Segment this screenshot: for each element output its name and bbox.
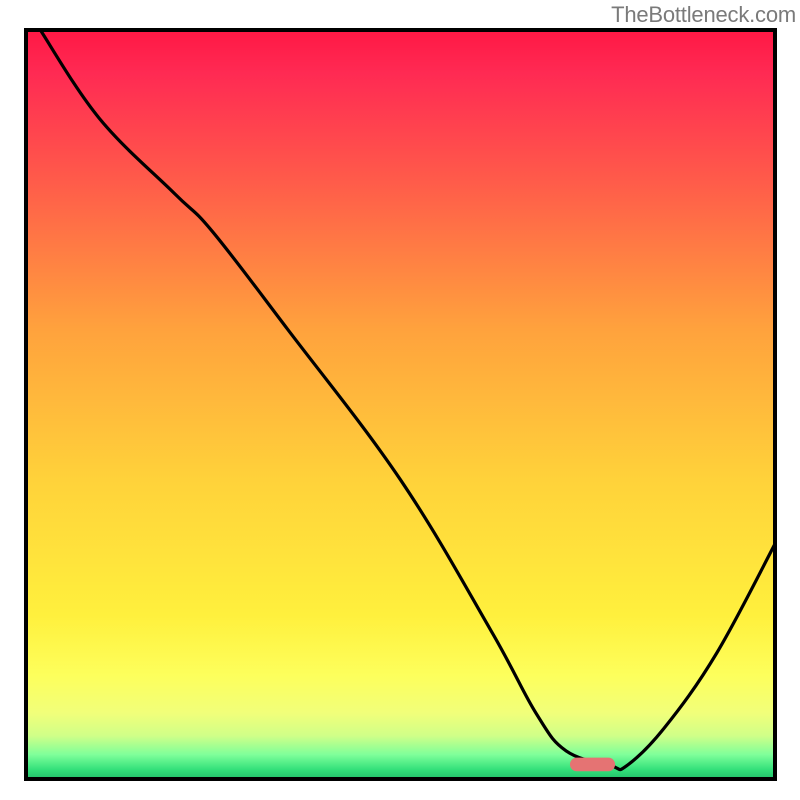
watermark-text: TheBottleneck.com xyxy=(611,2,796,28)
bottleneck-curve xyxy=(39,28,777,770)
optimal-marker xyxy=(570,758,615,772)
plot-area xyxy=(24,28,777,781)
chart-container: TheBottleneck.com xyxy=(0,0,800,800)
curve-overlay xyxy=(24,28,777,781)
